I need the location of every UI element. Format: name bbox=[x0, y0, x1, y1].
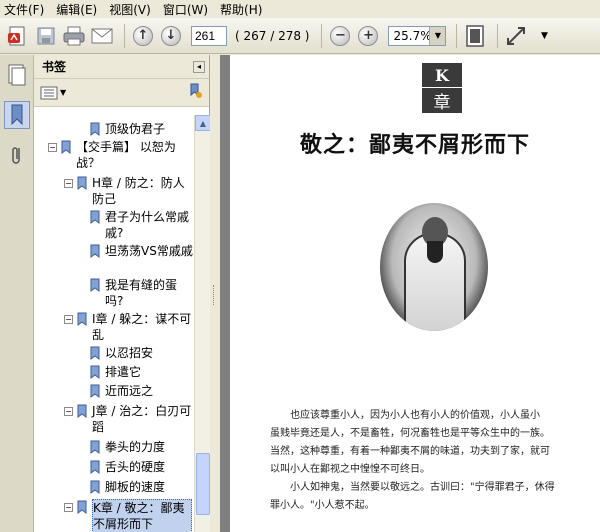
chapter-marker: K 章 bbox=[422, 63, 462, 113]
bookmark-item[interactable]: 拳头的力度 bbox=[88, 439, 193, 455]
collapse-toggle-icon[interactable]: − bbox=[48, 143, 57, 152]
bookmark-icon bbox=[77, 312, 87, 326]
bookmark-icon bbox=[90, 122, 100, 136]
collapse-toggle-icon[interactable]: − bbox=[64, 315, 73, 324]
menu-window[interactable]: 窗口(W) bbox=[163, 1, 208, 18]
paragraph-line: 罪小人。"小人惹不起。 bbox=[270, 500, 375, 511]
portrait-beard bbox=[427, 241, 443, 263]
zoom-out-icon[interactable]: − bbox=[328, 24, 352, 48]
toolbar-options-icon[interactable]: ▼ bbox=[532, 24, 556, 48]
bookmark-icon bbox=[61, 140, 71, 154]
document-page: K 章 敬之：鄙夷不屑形而下 也应该尊重小人，因为小人也有小人的价值观，小人虽小… bbox=[230, 55, 600, 532]
bookmark-tree: 顶级伪君子 − 【交手篇】 以恕为战？ − H章 / 防之：防人防己 君子为什么… bbox=[34, 113, 194, 532]
expand-bookmark-icon[interactable] bbox=[187, 83, 203, 102]
bookmark-icon bbox=[77, 500, 87, 514]
email-icon[interactable] bbox=[90, 24, 114, 48]
bookmark-item[interactable]: 以忍招安 bbox=[88, 345, 193, 361]
confucius-portrait bbox=[380, 203, 488, 331]
collapse-toggle-icon[interactable]: − bbox=[64, 179, 73, 188]
next-page-icon[interactable]: ↓ bbox=[159, 24, 183, 48]
options-icon bbox=[40, 86, 58, 99]
bookmark-icon bbox=[90, 210, 100, 224]
toolbar: ↑ ↓ ( 267 / 278 ) − + 25.7% ▼ ▼ bbox=[0, 18, 600, 54]
bookmark-item[interactable]: 近而远之 bbox=[88, 383, 193, 399]
bookmark-icon bbox=[77, 404, 87, 418]
zoom-value: 25.7% bbox=[393, 28, 432, 43]
bookmarks-panel: 书签 ◂ ▼ 顶级伪君子 − 【交手篇】 以恕为战？ − H章 / 防之：防人防… bbox=[34, 55, 210, 532]
fit-page-icon[interactable] bbox=[463, 24, 487, 48]
toolbar-separator bbox=[321, 23, 323, 48]
bookmark-icon bbox=[90, 460, 100, 474]
bookmark-item[interactable]: − 【交手篇】 以恕为战？ bbox=[48, 139, 186, 171]
panel-title: 书签 bbox=[42, 60, 67, 74]
panel-splitter[interactable] bbox=[210, 55, 220, 532]
panel-header: 书签 ◂ bbox=[34, 55, 209, 79]
toolbar-separator bbox=[497, 23, 499, 48]
bookmark-icon bbox=[90, 278, 100, 292]
page-title: 敬之：鄙夷不屑形而下 bbox=[300, 132, 531, 158]
bookmark-item[interactable]: 坦荡荡VS常戚戚 bbox=[88, 243, 193, 259]
bookmark-item[interactable]: − I章 / 躲之：谋不可乱 bbox=[64, 311, 192, 343]
bookmark-item[interactable]: 我是有缝的蛋吗? bbox=[88, 277, 193, 309]
print-icon[interactable] bbox=[62, 24, 86, 48]
chevron-down-icon[interactable]: ▼ bbox=[429, 26, 446, 45]
page-number-input[interactable] bbox=[191, 25, 227, 46]
bookmarks-icon[interactable] bbox=[4, 101, 30, 129]
splitter-grip bbox=[213, 285, 216, 305]
navigation-strip bbox=[0, 55, 34, 532]
bookmark-scrollbar[interactable]: ▲ bbox=[194, 115, 211, 532]
paragraph-line: 虽贱毕竟还是人，不是畜牲，何况畜牲也是平等众生中的一族。 bbox=[270, 428, 550, 439]
chevron-down-icon: ▼ bbox=[60, 88, 67, 97]
bookmark-icon bbox=[90, 365, 100, 379]
toolbar-separator bbox=[456, 23, 458, 48]
menu-edit[interactable]: 编辑(E) bbox=[56, 1, 97, 18]
save-icon[interactable] bbox=[34, 24, 58, 48]
previous-page-icon[interactable]: ↑ bbox=[131, 24, 155, 48]
menu-file[interactable]: 文件(F) bbox=[4, 1, 44, 18]
pages-icon[interactable] bbox=[4, 61, 30, 89]
bookmark-item[interactable]: 顶级伪君子 bbox=[88, 121, 194, 137]
panel-close-button[interactable]: ◂ bbox=[193, 60, 205, 73]
bookmark-item[interactable]: 君子为什么常戚戚? bbox=[88, 209, 193, 241]
create-pdf-icon[interactable] bbox=[6, 24, 30, 48]
paragraph-line: 也应该尊重小人，因为小人也有小人的价值观，小人虽小 bbox=[290, 410, 540, 421]
chapter-letter: K bbox=[422, 63, 462, 88]
bookmark-icon bbox=[90, 244, 100, 258]
attachments-icon[interactable] bbox=[4, 141, 30, 169]
menu-bar: 文件(F) 编辑(E) 视图(V) 窗口(W) 帮助(H) bbox=[0, 0, 600, 18]
paragraph-line: 当然，这种尊重，有着一种鄙夷不屑的味道，功夫到了家，就可 bbox=[270, 446, 550, 457]
bookmark-item[interactable]: − H章 / 防之：防人防己 bbox=[64, 175, 192, 207]
bookmark-item[interactable]: 脚板的速度 bbox=[88, 479, 193, 495]
full-screen-icon[interactable] bbox=[504, 24, 528, 48]
zoom-select[interactable]: 25.7% ▼ bbox=[388, 25, 447, 46]
scroll-up-icon[interactable]: ▲ bbox=[195, 115, 211, 131]
bookmark-item[interactable]: 排遣它 bbox=[88, 364, 193, 380]
options-button[interactable]: ▼ bbox=[40, 86, 66, 100]
menu-view[interactable]: 视图(V) bbox=[109, 1, 151, 18]
bookmark-item[interactable]: 舌头的硬度 bbox=[88, 459, 193, 475]
bookmark-item-selected[interactable]: − K章 / 敬之：鄙夷不屑形而下 bbox=[64, 499, 192, 532]
chapter-word: 章 bbox=[422, 88, 462, 113]
collapse-toggle-icon[interactable]: − bbox=[64, 407, 73, 416]
bookmark-item[interactable]: − J章 / 治之：白刃可蹈 bbox=[64, 403, 192, 435]
bookmark-icon bbox=[90, 480, 100, 494]
menu-help[interactable]: 帮助(H) bbox=[220, 1, 262, 18]
zoom-in-icon[interactable]: + bbox=[356, 24, 380, 48]
bookmark-icon bbox=[90, 384, 100, 398]
body-text: 也应该尊重小人，因为小人也有小人的价值观，小人虽小 虽贱毕竟还是人，不是畜牲，何… bbox=[270, 407, 596, 515]
toolbar-separator bbox=[124, 23, 125, 48]
paragraph-line: 小人如神鬼，当然要以敬远之。古训曰："宁得罪君子，休得 bbox=[290, 482, 555, 493]
paragraph-line: 以叫小人在鄙视之中惶惶不可终日。 bbox=[270, 464, 430, 475]
bookmark-icon bbox=[90, 346, 100, 360]
bookmark-icon bbox=[90, 440, 100, 454]
page-count: ( 267 / 278 ) bbox=[235, 28, 310, 43]
panel-toolbar: ▼ bbox=[34, 79, 209, 107]
scrollbar-thumb[interactable] bbox=[196, 453, 210, 515]
bookmark-icon bbox=[77, 176, 87, 190]
document-view[interactable]: K 章 敬之：鄙夷不屑形而下 也应该尊重小人，因为小人也有小人的价值观，小人虽小… bbox=[220, 55, 600, 532]
collapse-toggle-icon[interactable]: − bbox=[64, 503, 73, 512]
